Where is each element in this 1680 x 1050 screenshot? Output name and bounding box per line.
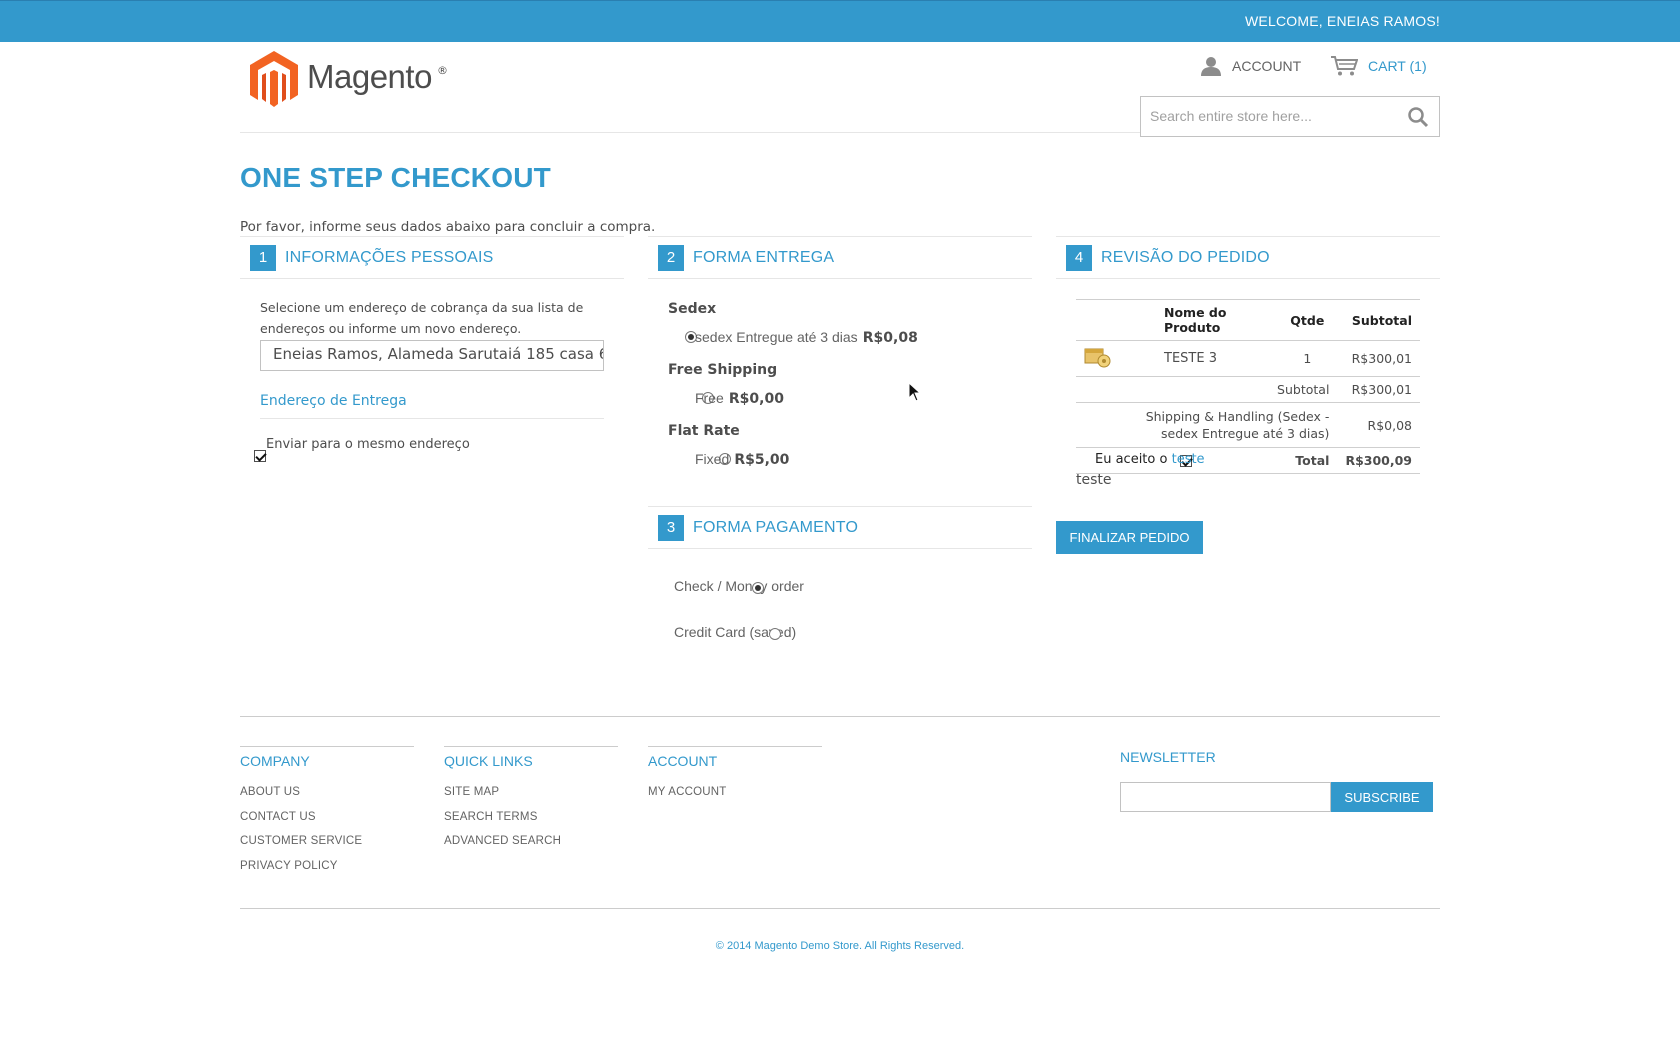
payment-option-label: Check / Money order [674, 578, 804, 594]
section-title: REVISÃO DO PEDIDO [1101, 248, 1270, 266]
agreement-prefix: Eu aceito o [1095, 452, 1168, 467]
welcome-message: WELCOME, ENEIAS RAMOS! [1245, 13, 1440, 29]
cart-label: CART (1) [1368, 58, 1427, 74]
footer-link-privacy[interactable]: PRIVACY POLICY [240, 860, 338, 872]
subtotal-label: Subtotal [1076, 376, 1338, 403]
same-address-label: Enviar para o mesmo endereço [266, 437, 470, 452]
page-title: ONE STEP CHECKOUT [240, 162, 551, 193]
footer-account-title: ACCOUNT [648, 753, 718, 769]
search-input[interactable] [1141, 97, 1391, 135]
top-bar: WELCOME, ENEIAS RAMOS! [0, 0, 1680, 42]
item-name: TESTE 3 [1156, 340, 1278, 377]
shipping-option-price: R$5,00 [734, 452, 790, 468]
copyright: © 2014 Magento Demo Store. All Rights Re… [715, 940, 965, 952]
personal-info-section: 1 INFORMAÇÕES PESSOAIS [240, 236, 624, 279]
shipping-option-price: R$0,00 [728, 391, 784, 407]
footer-quicklinks-title: QUICK LINKS [444, 753, 533, 769]
step-number: 2 [658, 244, 684, 271]
divider [444, 746, 618, 747]
subscribe-button[interactable]: SUBSCRIBE [1331, 782, 1433, 812]
agreement-link[interactable]: teste [1172, 452, 1205, 467]
totals-row: Subtotal R$300,01 [1076, 376, 1420, 403]
logo-text: Magento [307, 58, 432, 95]
shipping-option-free: Free R$0,00 [695, 388, 784, 407]
footer-link-search-terms[interactable]: SEARCH TERMS [444, 811, 538, 823]
shipping-carrier-name: Sedex [668, 301, 717, 317]
footer-link-sitemap[interactable]: SITE MAP [444, 786, 499, 798]
intro-text: Por favor, informe seus dados abaixo par… [240, 219, 656, 235]
cart-icon [1331, 56, 1358, 76]
step-number: 4 [1066, 244, 1092, 271]
divider [240, 746, 414, 747]
footer-divider [240, 716, 1440, 717]
billing-address-select[interactable]: Eneias Ramos, Alameda Sarutaiá 185 casa … [260, 340, 604, 371]
step-number: 1 [250, 244, 276, 271]
payment-method-section: 3 FORMA PAGAMENTO [648, 506, 1032, 549]
total-value: R$300,09 [1337, 447, 1420, 474]
subtotal-value: R$300,01 [1337, 376, 1420, 403]
user-icon [1201, 57, 1221, 76]
shipping-option-label: Free [695, 390, 724, 406]
divider [648, 746, 822, 747]
shipping-carrier-name: Free Shipping [668, 362, 778, 378]
footer-link-customer-service[interactable]: CUSTOMER SERVICE [240, 835, 362, 847]
table-header-row: Nome do Produto Qtde Subtotal [1076, 299, 1420, 341]
shipping-address-link[interactable]: Endereço de Entrega [260, 393, 407, 409]
section-title: INFORMAÇÕES PESSOAIS [285, 248, 494, 266]
divider [260, 418, 604, 419]
product-thumb [1076, 340, 1156, 377]
shipping-carrier-name: Flat Rate [668, 423, 740, 439]
shipping-option-sedex: sedex Entregue até 3 dias R$0,08 [695, 327, 918, 346]
order-review-table: Nome do Produto Qtde Subtotal TESTE 3 1 … [1076, 299, 1420, 474]
billing-address-label: Selecione um endereço de cobrança da sua… [260, 300, 584, 336]
shipping-value: R$0,08 [1337, 402, 1420, 448]
newsletter-email-input[interactable] [1120, 782, 1331, 812]
shipping-method-section: 2 FORMA ENTREGA [648, 236, 1032, 279]
footer-company-title: COMPANY [240, 753, 310, 769]
step-number: 3 [658, 514, 684, 541]
col-subtotal: Subtotal [1337, 299, 1420, 341]
account-label: ACCOUNT [1232, 58, 1302, 74]
footer-bottom-divider [240, 908, 1440, 909]
agreement-line: Eu aceito o teste [1095, 452, 1205, 467]
search-icon[interactable] [1407, 106, 1429, 128]
order-review-section: 4 REVISÃO DO PEDIDO [1056, 236, 1440, 279]
footer-link-my-account[interactable]: MY ACCOUNT [648, 786, 726, 798]
magento-logo-icon [250, 51, 298, 107]
same-address-checkbox[interactable] [254, 450, 266, 462]
logo-registered: ® [437, 64, 448, 77]
col-product: Nome do Produto [1156, 299, 1278, 341]
item-qty: 1 [1277, 340, 1338, 377]
table-row: TESTE 3 1 R$300,01 [1076, 340, 1420, 377]
footer-link-contact[interactable]: CONTACT US [240, 811, 316, 823]
newsletter-title: NEWSLETTER [1120, 749, 1216, 765]
item-subtotal: R$300,01 [1337, 340, 1420, 377]
product-image-icon [1084, 348, 1111, 368]
cart-link[interactable]: CART (1) [1330, 54, 1427, 78]
shipping-label: Shipping & Handling (Sedex - sedex Entre… [1076, 402, 1338, 448]
header-divider [240, 132, 1140, 133]
section-header: 1 INFORMAÇÕES PESSOAIS [240, 237, 624, 279]
col-qty: Qtde [1277, 299, 1338, 341]
agreement-text: teste [1076, 472, 1112, 488]
section-header: 3 FORMA PAGAMENTO [648, 507, 1032, 549]
shipping-option-label: Fixed [695, 451, 730, 467]
totals-row: Shipping & Handling (Sedex - sedex Entre… [1076, 402, 1420, 448]
mouse-cursor-icon [908, 382, 922, 402]
section-title: FORMA ENTREGA [693, 248, 835, 266]
footer-link-about[interactable]: ABOUT US [240, 786, 300, 798]
place-order-button[interactable]: FINALIZAR PEDIDO [1056, 521, 1203, 554]
shipping-option-flat: Fixed R$5,00 [695, 449, 789, 468]
section-header: 4 REVISÃO DO PEDIDO [1056, 237, 1440, 279]
shipping-option-price: R$0,08 [862, 330, 918, 346]
shipping-option-label: sedex Entregue até 3 dias [695, 329, 858, 345]
search-box [1140, 96, 1440, 137]
account-link[interactable]: ACCOUNT [1200, 54, 1301, 78]
section-title: FORMA PAGAMENTO [693, 518, 859, 536]
section-header: 2 FORMA ENTREGA [648, 237, 1032, 279]
footer-link-advanced-search[interactable]: ADVANCED SEARCH [444, 835, 561, 847]
